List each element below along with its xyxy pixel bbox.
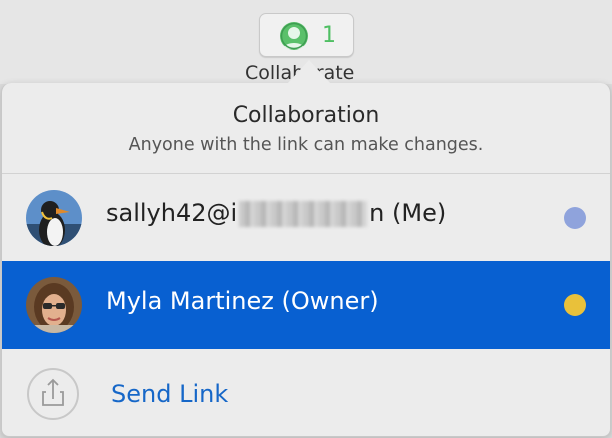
person-icon: [280, 22, 308, 50]
participant-row-owner[interactable]: Myla Martinez (Owner): [2, 261, 610, 349]
participant-color-dot: [564, 294, 586, 316]
popover-title: Collaboration: [232, 103, 380, 128]
person-photo-avatar: [26, 277, 82, 333]
participant-name-prefix: sallyh42@i: [106, 199, 238, 227]
send-link-row[interactable]: Send Link: [2, 351, 610, 436]
participant-row-me[interactable]: sallyh42@i n (Me): [2, 174, 610, 262]
participant-name-owner: Myla Martinez (Owner): [106, 287, 379, 315]
popover-arrow: [287, 60, 331, 84]
participant-color-dot: [564, 207, 586, 229]
participant-name-me: sallyh42@i n (Me): [106, 199, 446, 227]
penguin-avatar: [26, 190, 82, 246]
popover-subtitle: Anyone with the link can make changes.: [128, 135, 484, 155]
redacted-text: [239, 201, 368, 227]
share-icon: [27, 368, 79, 420]
collaborator-count: 1: [322, 23, 336, 48]
participant-name-suffix: n (Me): [369, 199, 447, 227]
collaborate-button[interactable]: 1: [259, 13, 354, 57]
collaboration-popover: Collaboration Anyone with the link can m…: [1, 83, 611, 437]
send-link-button[interactable]: Send Link: [111, 380, 228, 408]
